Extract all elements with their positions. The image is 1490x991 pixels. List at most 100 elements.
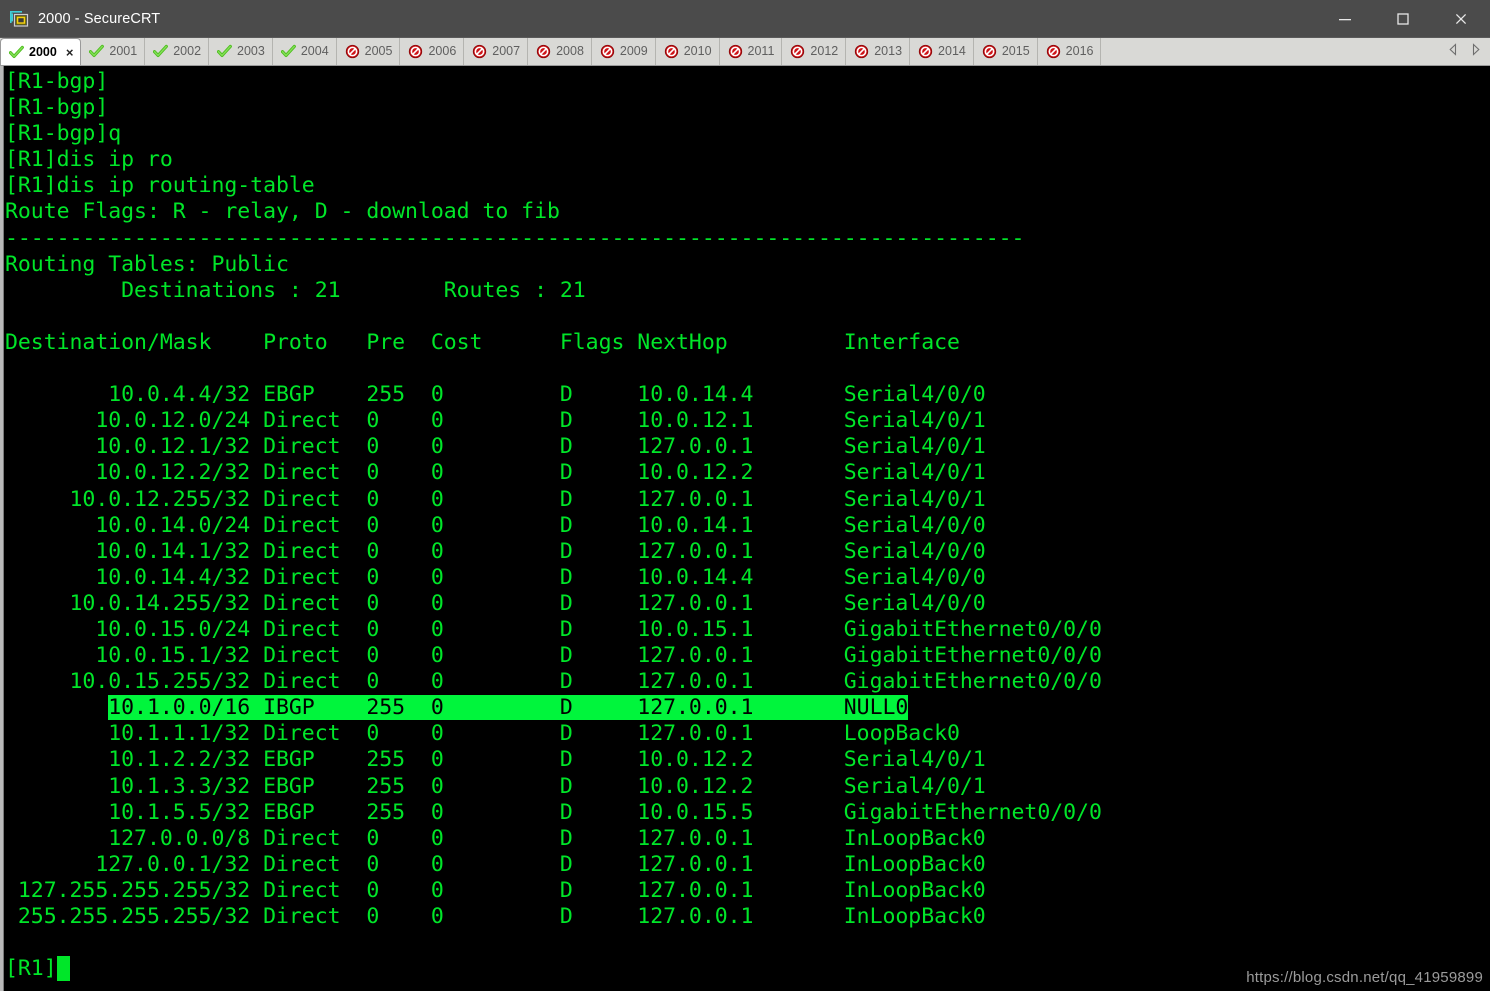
chevron-right-icon[interactable] <box>1470 42 1481 61</box>
table-header-row: Destination/Mask Proto Pre Cost Flags Ne… <box>5 329 960 355</box>
tab-close-button[interactable]: × <box>66 46 74 59</box>
disconnected-icon <box>1046 44 1060 59</box>
tab-label: 2001 <box>109 44 138 59</box>
disconnected-icon <box>600 44 615 59</box>
tab-2011[interactable]: 2011 <box>720 38 783 65</box>
tab-2012[interactable]: 2012 <box>782 38 847 65</box>
tab-label: 2004 <box>300 44 329 59</box>
table-row: 10.0.15.1/32 Direct 0 0 D 127.0.0.1 Giga… <box>5 643 1102 669</box>
terminal-screen[interactable]: [R1-bgp] [R1-bgp] [R1-bgp]q [R1]dis ip ro [R… <box>4 66 1490 991</box>
connected-check-icon <box>89 44 105 58</box>
tab-2001[interactable]: 2001 <box>81 38 146 65</box>
summary-line: Destinations : 21 Routes : 21 <box>5 277 586 303</box>
disconnected-icon <box>728 44 742 59</box>
title-bar: 2000 - SecureCRT <box>0 0 1490 38</box>
route-flags-line: Route Flags: R - relay, D - download to … <box>5 199 560 225</box>
disconnected-icon <box>409 44 423 59</box>
table-row: 10.1.1.1/32 Direct 0 0 D 127.0.0.1 LoopB… <box>5 721 960 747</box>
tab-2002[interactable]: 2002 <box>145 38 210 65</box>
maximize-button[interactable] <box>1374 0 1432 37</box>
terminal-area: [R1-bgp] [R1-bgp] [R1-bgp]q [R1]dis ip ro [R… <box>0 66 1490 991</box>
routing-tables-line: Routing Tables: Public <box>5 251 289 277</box>
tab-2009[interactable]: 2009 <box>592 38 656 65</box>
connected-check-icon <box>217 44 232 58</box>
disconnected-icon <box>854 44 874 59</box>
tab-2005[interactable]: 2005 <box>337 38 401 65</box>
tab-scroll-controls <box>1448 38 1490 65</box>
disconnected-icon <box>728 44 748 59</box>
connected-check-icon <box>280 44 301 59</box>
disconnected-icon <box>918 44 933 59</box>
tab-2015[interactable]: 2015 <box>974 38 1038 65</box>
disconnected-icon <box>918 44 938 59</box>
tab-2000[interactable]: 2000 × <box>0 38 82 65</box>
disconnected-icon <box>1046 44 1066 59</box>
minimize-button[interactable] <box>1316 0 1374 37</box>
table-row: 255.255.255.255/32 Direct 0 0 D 127.0.0.… <box>5 904 986 929</box>
tab-2013[interactable]: 2013 <box>846 38 911 65</box>
table-row: 10.1.0.0/16 IBGP 255 0 D 127.0.0.1 NULL0 <box>5 695 1490 721</box>
tab-label: 2005 <box>364 44 393 59</box>
tab-label: 2003 <box>237 44 265 59</box>
prompt-line-0: [R1-bgp] <box>5 69 109 94</box>
watermark: https://blog.csdn.net/qq_41959899 <box>1246 969 1483 986</box>
disconnected-icon <box>664 44 684 59</box>
securecrt-window: 2000 - SecureCRT 2000 × 2001 2002 2003 2004 20… <box>0 0 1490 991</box>
table-row: 10.0.15.255/32 Direct 0 0 D 127.0.0.1 Gi… <box>5 669 1102 695</box>
close-button[interactable] <box>1432 0 1490 37</box>
tab-2006[interactable]: 2006 <box>400 38 465 65</box>
table-row: 127.0.0.1/32 Direct 0 0 D 127.0.0.1 InLo… <box>5 851 986 877</box>
connected-check-icon <box>9 45 24 58</box>
tab-label: 2000 <box>29 44 57 59</box>
tab-2004[interactable]: 2004 <box>273 38 337 65</box>
tab-2008[interactable]: 2008 <box>528 38 592 65</box>
tab-list: 2000 × 2001 2002 2003 2004 2005 2006 2007 2008 200… <box>0 38 1102 65</box>
terminal-text: [R1-bgp] [R1-bgp] [R1-bgp]q [R1]dis ip ro [R… <box>4 67 1490 982</box>
table-row: 10.0.12.0/24 Direct 0 0 D 10.0.12.1 Seri… <box>5 408 986 434</box>
table-row: 10.0.12.255/32 Direct 0 0 D 127.0.0.1 Se… <box>5 486 986 512</box>
securecrt-app-icon <box>9 9 29 29</box>
disconnected-icon <box>536 44 556 59</box>
table-row: 127.0.0.0/8 Direct 0 0 D 127.0.0.1 InLoo… <box>5 825 986 851</box>
tab-2007[interactable]: 2007 <box>464 38 529 65</box>
prompt-line-3: [R1]dis ip ro <box>5 147 173 173</box>
connected-check-icon <box>153 44 173 59</box>
tab-label: 2016 <box>1065 44 1094 59</box>
window-title: 2000 - SecureCRT <box>38 10 161 27</box>
disconnected-icon <box>855 44 869 59</box>
separator-line: ----------------------------------------… <box>5 225 1025 251</box>
tab-label: 2012 <box>810 44 839 59</box>
prompt-line-1: [R1-bgp] <box>5 95 109 121</box>
table-row: 10.0.12.1/32 Direct 0 0 D 127.0.0.1 Seri… <box>5 434 986 460</box>
tab-2010[interactable]: 2010 <box>656 38 720 65</box>
table-row: 10.1.5.5/32 EBGP 255 0 D 10.0.15.5 Gigab… <box>5 799 1102 825</box>
tab-2014[interactable]: 2014 <box>910 38 974 65</box>
chevron-left-icon[interactable] <box>1448 42 1459 61</box>
tab-label: 2010 <box>683 44 712 59</box>
session-tab-bar[interactable]: 2000 × 2001 2002 2003 2004 2005 2006 2007 2008 200… <box>0 38 1490 66</box>
table-row: 10.0.14.255/32 Direct 0 0 D 127.0.0.1 Se… <box>5 590 986 616</box>
tab-label: 2008 <box>556 44 584 59</box>
prompt-line-4: [R1]dis ip routing-table <box>5 173 315 199</box>
table-row: 10.1.2.2/32 EBGP 255 0 D 10.0.12.2 Seria… <box>5 747 986 773</box>
tab-label: 2002 <box>173 44 202 59</box>
window-controls <box>1316 0 1490 37</box>
table-row: 10.0.14.0/24 Direct 0 0 D 10.0.14.1 Seri… <box>5 512 986 538</box>
connected-check-icon <box>89 44 109 59</box>
disconnected-icon <box>472 44 492 59</box>
disconnected-icon <box>791 44 805 59</box>
tab-2016[interactable]: 2016 <box>1038 38 1102 65</box>
prompt-line-2: [R1-bgp]q <box>5 121 122 147</box>
table-row: 10.0.4.4/32 EBGP 255 0 D 10.0.14.4 Seria… <box>5 382 986 408</box>
disconnected-icon <box>473 44 487 59</box>
tab-label: 2011 <box>747 44 775 59</box>
tab-label: 2006 <box>428 44 457 59</box>
tab-2003[interactable]: 2003 <box>209 38 273 65</box>
disconnected-icon <box>982 44 997 59</box>
connected-check-icon <box>153 44 169 58</box>
disconnected-icon <box>664 44 678 59</box>
table-row: 127.255.255.255/32 Direct 0 0 D 127.0.0.… <box>5 877 986 903</box>
